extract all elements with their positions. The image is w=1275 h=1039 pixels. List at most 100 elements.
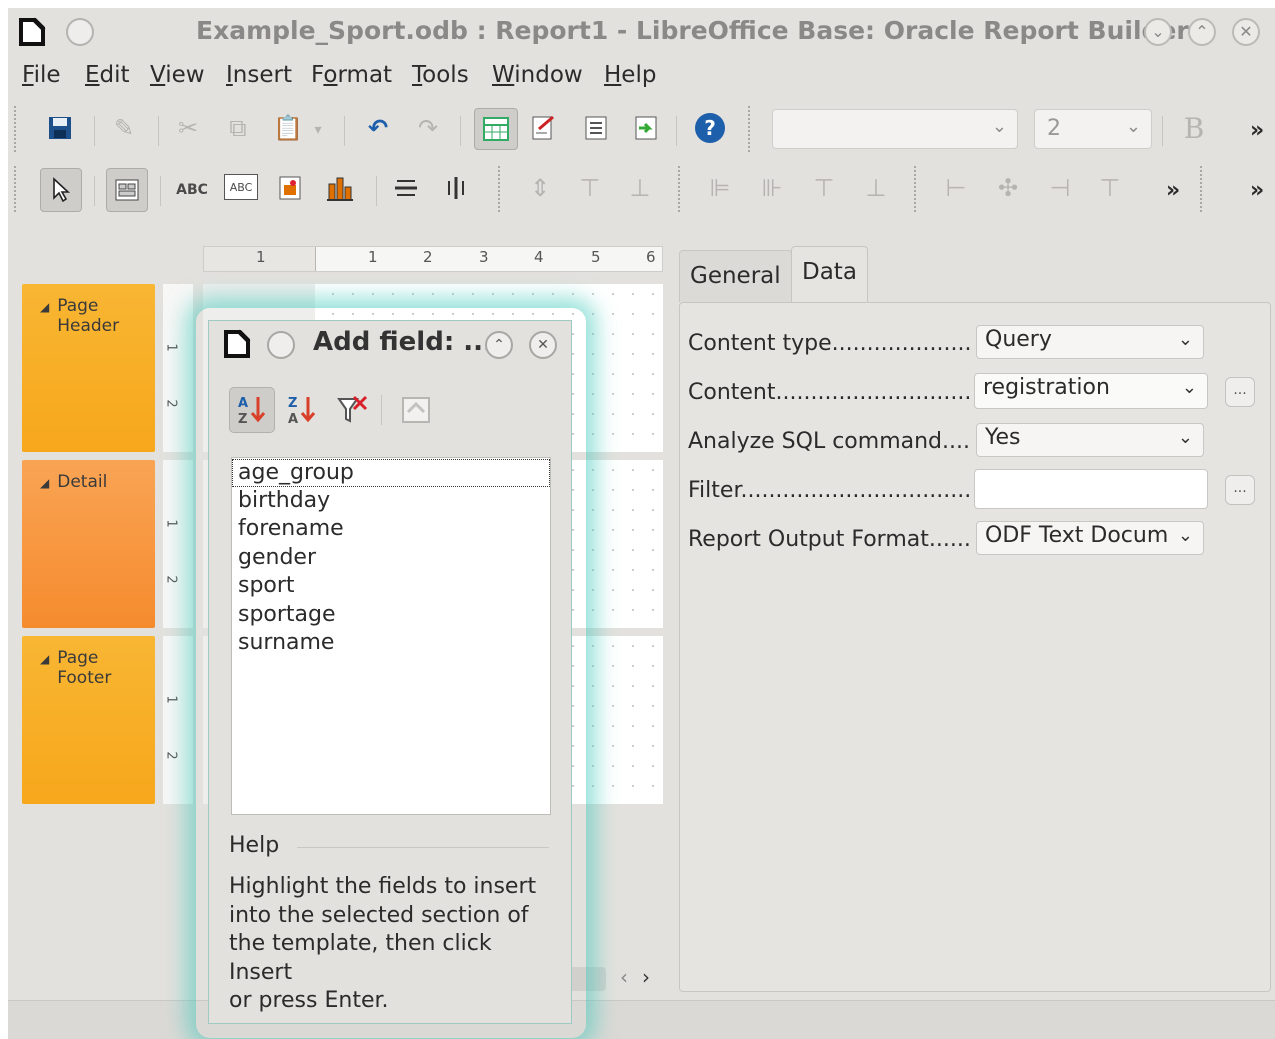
maximize-button[interactable]: ⌃ — [1188, 18, 1216, 46]
align-distribute-icon[interactable]: ⊤ — [1092, 170, 1128, 206]
shrink-top-icon[interactable]: ⊤ — [806, 170, 842, 206]
cut-icon[interactable]: ✂ — [170, 110, 206, 146]
collapse-triangle-icon[interactable]: ◢ — [40, 300, 49, 314]
section-page-footer[interactable]: ◢ Page Footer — [22, 636, 155, 804]
shrink-bottom-icon[interactable]: ⊥ — [858, 170, 894, 206]
execute-report-icon[interactable] — [628, 110, 664, 146]
toolbar-grip[interactable] — [1200, 166, 1206, 212]
properties-icon[interactable] — [578, 110, 614, 146]
help-text-line: or press Enter. — [229, 988, 389, 1013]
vertical-ruler: 1 2 — [163, 284, 193, 452]
collapse-triangle-icon[interactable]: ◢ — [40, 476, 49, 490]
list-item[interactable]: surname — [236, 630, 336, 656]
properties-panel: General Data Content type...............… — [675, 230, 1275, 1000]
menu-view[interactable]: View — [150, 62, 205, 88]
add-field-icon[interactable] — [474, 108, 518, 150]
label-field-icon[interactable]: ABC — [172, 172, 212, 208]
paste-dropdown-icon[interactable]: ▾ — [308, 112, 328, 148]
field-list[interactable]: age_group birthday forename gender sport… — [231, 457, 551, 815]
chart-icon[interactable] — [322, 170, 358, 206]
menu-window[interactable]: Window — [492, 62, 583, 88]
align-left-icon[interactable]: ⊢ — [938, 170, 974, 206]
toolbar-overflow-button[interactable]: » — [1250, 118, 1264, 143]
horizontal-line-icon[interactable] — [388, 170, 424, 206]
toolbar-grip[interactable] — [498, 166, 504, 212]
window-title: Example_Sport.odb : Report1 - LibreOffic… — [196, 16, 1189, 45]
separator — [344, 116, 345, 146]
align-top-icon[interactable]: ⊤ — [572, 170, 608, 206]
toolbar-grip[interactable] — [678, 166, 684, 212]
filter-browse-button[interactable]: ... — [1225, 475, 1255, 505]
separator — [160, 176, 161, 206]
svg-text:A: A — [288, 412, 298, 427]
content-browse-button[interactable]: ... — [1225, 377, 1255, 407]
menu-file[interactable]: File — [22, 62, 61, 88]
font-size-combo[interactable]: 2 ⌄ — [1034, 109, 1152, 149]
paste-icon[interactable]: 📋 — [270, 110, 306, 146]
list-item[interactable]: sport — [236, 573, 297, 599]
svg-text:Z: Z — [238, 412, 247, 427]
bold-button[interactable]: B — [1176, 110, 1212, 146]
toolbar-overflow-button[interactable]: » — [1166, 178, 1180, 203]
horizontal-ruler: 1 1 2 3 4 5 6 — [203, 246, 663, 272]
image-control-icon[interactable] — [272, 170, 308, 206]
shrink-right-icon[interactable]: ⊪ — [754, 170, 790, 206]
content-type-select[interactable]: Query ⌄ — [976, 325, 1204, 359]
dialog-menu-button[interactable] — [267, 331, 295, 359]
menu-tools[interactable]: Tools — [412, 62, 469, 88]
align-middle-icon[interactable]: ⇕ — [522, 170, 558, 206]
scroll-left-icon[interactable]: ‹ — [620, 965, 628, 989]
align-bottom-icon[interactable]: ⊥ — [622, 170, 658, 206]
copy-icon[interactable]: ⧉ — [220, 110, 256, 146]
toolbar-grip[interactable] — [914, 166, 920, 212]
menu-edit[interactable]: Edit — [85, 62, 130, 88]
filter-input[interactable] — [974, 469, 1208, 509]
select-pointer-icon[interactable] — [40, 168, 82, 212]
list-item[interactable]: birthday — [236, 488, 332, 514]
collapse-triangle-icon[interactable]: ◢ — [40, 652, 49, 666]
window-menu-button[interactable] — [66, 18, 94, 46]
list-item[interactable]: sportage — [236, 602, 338, 628]
vertical-line-icon[interactable] — [438, 170, 474, 206]
toolbar-grip[interactable] — [14, 166, 20, 212]
minimize-button[interactable]: ⌄ — [1144, 18, 1172, 46]
dialog-maximize-button[interactable]: ⌃ — [485, 331, 513, 359]
redo-icon[interactable]: ↷ — [410, 110, 446, 146]
report-output-format-select[interactable]: ODF Text Docum ⌄ — [976, 521, 1204, 555]
help-icon[interactable]: ? — [692, 110, 728, 146]
close-button[interactable]: ✕ — [1232, 18, 1260, 46]
scroll-right-icon[interactable]: › — [642, 965, 650, 989]
toolbar-grip[interactable] — [748, 106, 754, 152]
save-icon[interactable] — [42, 110, 78, 146]
align-right-icon[interactable]: ⊣ — [1042, 170, 1078, 206]
shrink-left-icon[interactable]: ⊫ — [702, 170, 738, 206]
tab-data[interactable]: Data — [791, 246, 868, 302]
menu-format[interactable]: Format — [311, 62, 392, 88]
section-label-text: Page — [57, 648, 99, 668]
tab-general[interactable]: General — [679, 250, 792, 302]
edit-mode-icon[interactable]: ✎ — [106, 110, 142, 146]
list-item[interactable]: age_group — [232, 459, 550, 487]
section-page-header[interactable]: ◢ Page Header — [22, 284, 155, 452]
toolbar-overflow-button[interactable]: » — [1250, 178, 1264, 203]
font-name-combo[interactable]: ⌄ — [772, 109, 1018, 149]
analyze-sql-select[interactable]: Yes ⌄ — [976, 423, 1204, 457]
report-controls-icon[interactable] — [106, 168, 148, 212]
menu-help[interactable]: Help — [604, 62, 656, 88]
content-select[interactable]: registration ⌄ — [974, 373, 1208, 409]
sort-descending-icon[interactable]: ZA — [279, 387, 325, 433]
help-heading: Help — [229, 833, 280, 858]
toolbar-grip[interactable] — [14, 106, 20, 152]
insert-field-icon[interactable] — [393, 387, 439, 433]
section-detail[interactable]: ◢ Detail — [22, 460, 155, 628]
menu-insert[interactable]: Insert — [226, 62, 292, 88]
list-item[interactable]: forename — [236, 516, 346, 542]
sort-ascending-icon[interactable]: AZ — [229, 387, 275, 433]
remove-sort-icon[interactable] — [329, 387, 375, 433]
undo-icon[interactable]: ↶ — [360, 110, 396, 146]
list-item[interactable]: gender — [236, 545, 318, 571]
formatted-field-icon[interactable]: ABC — [224, 174, 258, 200]
dialog-close-button[interactable]: ✕ — [529, 331, 557, 359]
align-center-icon[interactable]: ✣ — [990, 170, 1026, 206]
report-navigator-icon[interactable] — [526, 110, 562, 146]
